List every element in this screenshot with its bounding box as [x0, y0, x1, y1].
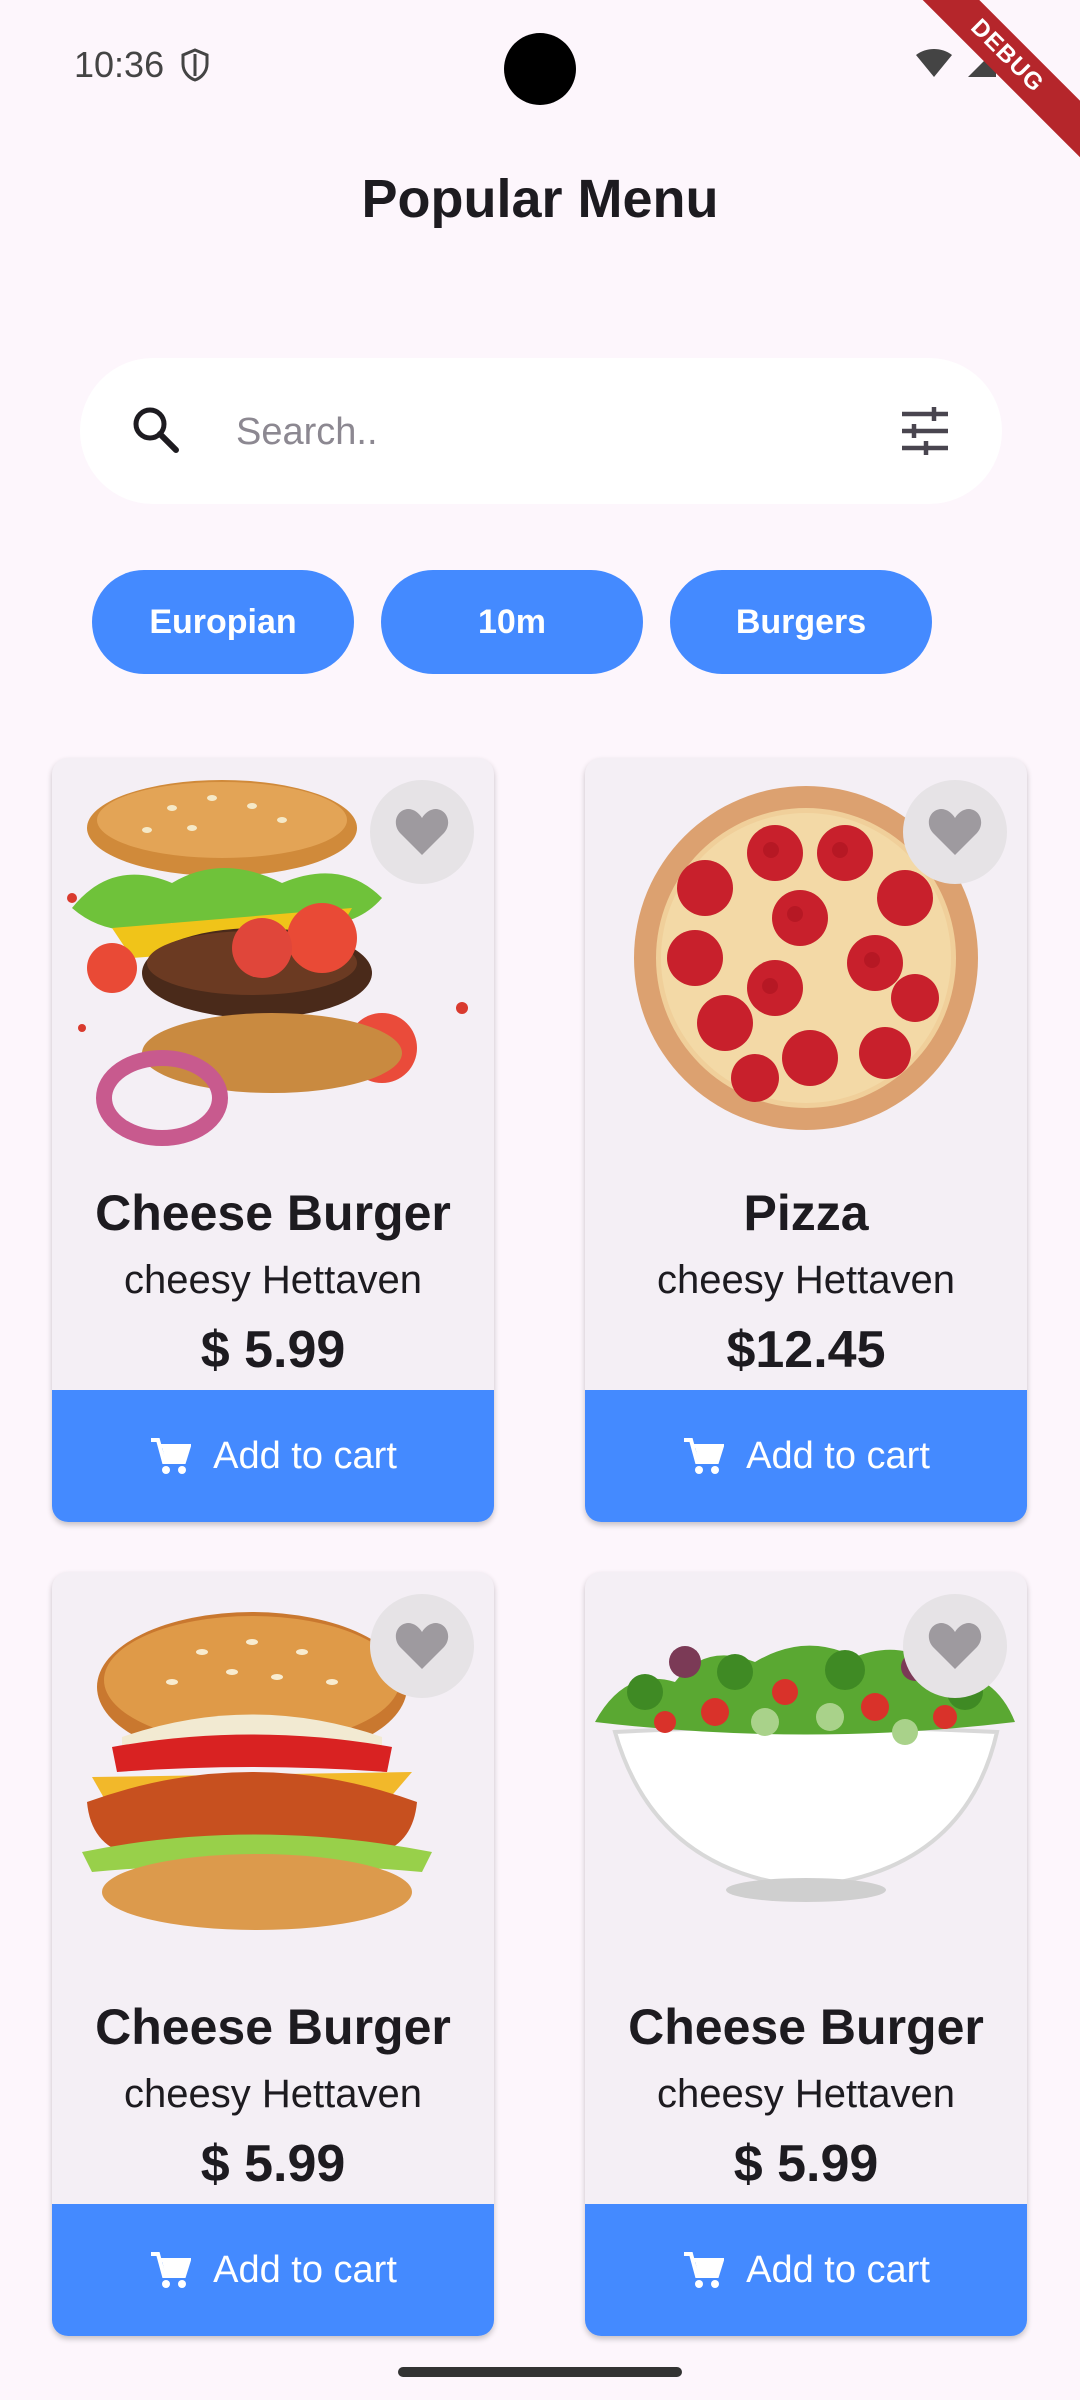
- cart-icon: [684, 2252, 725, 2288]
- heart-icon: [395, 809, 449, 855]
- add-to-cart-button[interactable]: Add to cart: [585, 2204, 1027, 2336]
- heart-icon: [395, 1623, 449, 1669]
- item-price: $ 5.99: [200, 2135, 346, 2193]
- item-name: Cheese Burger: [95, 1999, 451, 2055]
- item-name: Pizza: [743, 1185, 869, 1241]
- add-to-cart-button[interactable]: Add to cart: [585, 1390, 1027, 1522]
- status-bar: 10:36: [0, 0, 1080, 130]
- menu-card[interactable]: Pizza cheesy Hettaven $12.45 Add to cart: [585, 758, 1027, 1522]
- add-to-cart-label: Add to cart: [746, 2248, 930, 2291]
- front-camera: [504, 33, 576, 105]
- item-price: $ 5.99: [733, 2135, 879, 2193]
- cart-icon: [151, 2252, 192, 2288]
- chip-europian[interactable]: Europian: [92, 570, 354, 674]
- status-time: 10:36: [74, 44, 165, 85]
- home-indicator[interactable]: [398, 2367, 682, 2377]
- menu-card[interactable]: Cheese Burger cheesy Hettaven $ 5.99 Add…: [585, 1572, 1027, 2336]
- heart-icon: [928, 809, 982, 855]
- add-to-cart-label: Add to cart: [213, 2248, 397, 2291]
- cart-icon: [151, 1438, 192, 1474]
- search-input[interactable]: [234, 398, 888, 466]
- item-subtitle: cheesy Hettaven: [124, 2072, 422, 2116]
- cart-icon: [684, 1438, 725, 1474]
- wifi-icon: [914, 47, 954, 84]
- chip-burgers[interactable]: Burgers: [670, 570, 932, 674]
- page-title: Popular Menu: [361, 169, 719, 229]
- favorite-button[interactable]: [370, 780, 474, 884]
- favorite-button[interactable]: [370, 1594, 474, 1698]
- add-to-cart-label: Add to cart: [746, 1434, 930, 1477]
- add-to-cart-label: Add to cart: [213, 1434, 397, 1477]
- add-to-cart-button[interactable]: Add to cart: [52, 2204, 494, 2336]
- item-name: Cheese Burger: [95, 1185, 451, 1241]
- item-name: Cheese Burger: [628, 1999, 984, 2055]
- item-subtitle: cheesy Hettaven: [657, 1258, 955, 1302]
- heart-icon: [928, 1623, 982, 1669]
- menu-card[interactable]: Cheese Burger cheesy Hettaven $ 5.99 Add…: [52, 1572, 494, 2336]
- filter-icon[interactable]: [896, 402, 954, 465]
- add-to-cart-button[interactable]: Add to cart: [52, 1390, 494, 1522]
- item-price: $12.45: [726, 1321, 886, 1379]
- chip-10m[interactable]: 10m: [381, 570, 643, 674]
- item-price: $ 5.99: [200, 1321, 346, 1379]
- favorite-button[interactable]: [903, 1594, 1007, 1698]
- menu-card[interactable]: Cheese Burger cheesy Hettaven $ 5.99 Add…: [52, 758, 494, 1522]
- shield-icon: [180, 48, 210, 87]
- search-icon[interactable]: [128, 402, 184, 463]
- item-subtitle: cheesy Hettaven: [657, 2072, 955, 2116]
- favorite-button[interactable]: [903, 780, 1007, 884]
- item-subtitle: cheesy Hettaven: [124, 1258, 422, 1302]
- search-bar[interactable]: [80, 358, 1002, 504]
